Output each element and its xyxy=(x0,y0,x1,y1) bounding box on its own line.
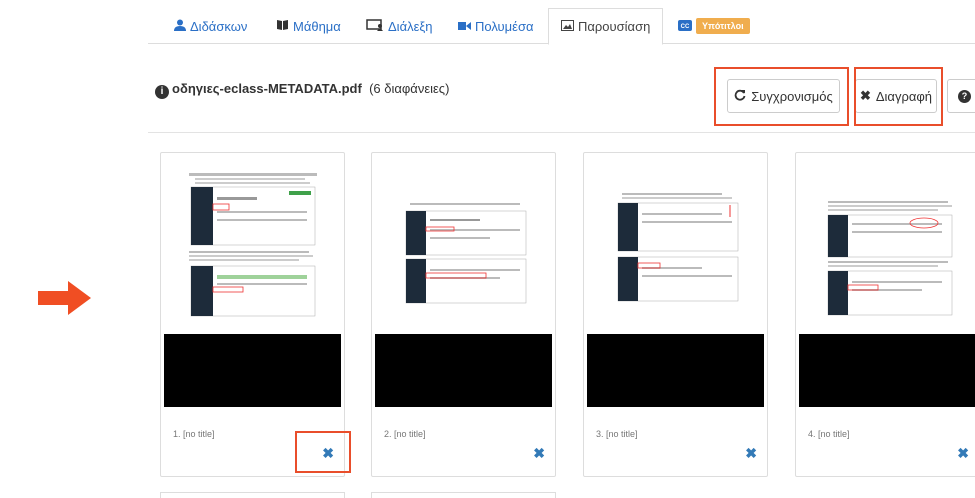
tab-bar: Διδάσκων Μάθημα Διάλεξη Πολυμέσα Παρουσί… xyxy=(148,0,975,45)
slide-caption: 4. [no title] xyxy=(808,429,850,439)
tab-subtitles[interactable]: CC Υπότιτλοι xyxy=(666,8,762,44)
slide-thumbnail xyxy=(390,171,538,331)
slide-thumbnail xyxy=(814,171,962,331)
user-icon xyxy=(174,19,186,34)
subtitles-badge: Υπότιτλοι xyxy=(696,18,750,34)
cc-icon: CC xyxy=(678,19,692,34)
help-icon: ? xyxy=(958,89,971,103)
svg-text:CC: CC xyxy=(681,24,690,30)
slide-count: (6 διαφάνειες) xyxy=(369,81,450,96)
tab-label: Διδάσκων xyxy=(190,18,248,34)
slide-card[interactable] xyxy=(371,492,556,498)
slide-card[interactable] xyxy=(160,492,345,498)
slide-caption: 1. [no title] xyxy=(173,429,215,439)
slide-thumbnail xyxy=(179,171,327,331)
video-icon xyxy=(458,19,471,34)
tab-media[interactable]: Πολυμέσα xyxy=(446,8,546,44)
delete-slide-icon[interactable]: ✖ xyxy=(745,445,757,462)
divider xyxy=(148,132,975,133)
slide-card[interactable]: 4. [no title] ✖ xyxy=(795,152,975,477)
tab-label: Παρουσίαση xyxy=(578,19,651,34)
tab-presentation[interactable]: Παρουσίαση xyxy=(548,8,664,45)
delete-slide-icon[interactable]: ✖ xyxy=(957,445,969,462)
lecture-icon xyxy=(366,18,384,34)
file-name: οδηγιες-eclass-METADATA.pdf xyxy=(172,81,362,96)
tab-label: Διάλεξη xyxy=(388,18,433,34)
delete-highlight xyxy=(854,67,943,126)
file-info: i οδηγιες-eclass-METADATA.pdf (6 διαφάνει… xyxy=(155,81,449,99)
tab-label: Πολυμέσα xyxy=(475,18,534,34)
book-icon xyxy=(276,19,289,34)
slide-video-preview xyxy=(587,334,764,407)
slide-caption: 3. [no title] xyxy=(596,429,638,439)
arrow-right-icon xyxy=(38,280,92,321)
slide-video-preview xyxy=(164,334,341,407)
image-icon xyxy=(561,19,574,34)
slide-video-preview xyxy=(799,334,975,407)
help-button[interactable]: ? xyxy=(947,79,975,113)
slide-caption: 2. [no title] xyxy=(384,429,426,439)
delete-slide-highlight xyxy=(295,431,351,473)
info-icon: i xyxy=(155,85,169,99)
slide-card[interactable]: 2. [no title] ✖ xyxy=(371,152,556,477)
slide-card[interactable]: 1. [no title] ✖ xyxy=(160,152,345,477)
delete-slide-icon[interactable]: ✖ xyxy=(533,445,545,462)
tab-lecture[interactable]: Διάλεξη xyxy=(354,8,444,44)
slide-card[interactable]: 3. [no title] ✖ xyxy=(583,152,768,477)
slide-thumbnail xyxy=(602,171,750,331)
slide-video-preview xyxy=(375,334,552,407)
tab-course[interactable]: Μάθημα xyxy=(264,8,353,44)
tab-teacher[interactable]: Διδάσκων xyxy=(162,8,259,44)
sync-highlight xyxy=(714,67,849,126)
tab-label: Μάθημα xyxy=(293,18,341,34)
